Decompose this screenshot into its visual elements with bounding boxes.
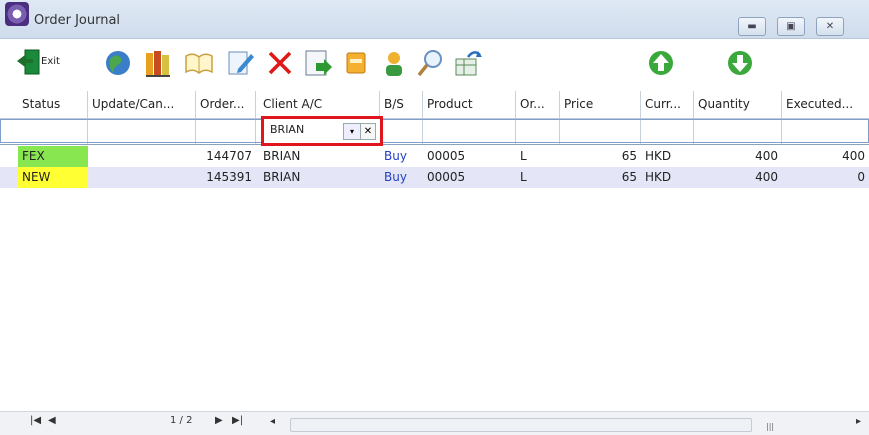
col-product[interactable]: Product	[423, 91, 516, 118]
filter-row	[0, 119, 869, 145]
filter-order-type[interactable]	[516, 119, 560, 144]
horizontal-scrollbar-thumb[interactable]: |||	[290, 418, 774, 432]
cell-status: FEX	[18, 146, 88, 167]
edit-icon	[228, 51, 254, 75]
cell-bs: Buy	[384, 170, 407, 184]
clear-filter-icon[interactable]: ✕	[360, 123, 376, 140]
cell-update-cancel	[88, 167, 196, 188]
maximize-button[interactable]: ▣	[777, 17, 805, 36]
calculator-button[interactable]	[340, 47, 372, 79]
open-book-icon	[185, 53, 213, 74]
cell-order-type: L	[520, 170, 527, 184]
filter-quantity[interactable]	[694, 119, 782, 144]
user-button[interactable]	[378, 47, 410, 79]
scroll-right-icon[interactable]: ▸	[856, 416, 861, 427]
scroll-left-icon[interactable]: ◂	[270, 416, 275, 427]
calculator-icon	[346, 52, 366, 74]
filter-product[interactable]	[423, 119, 516, 144]
filter-currency[interactable]	[641, 119, 694, 144]
cell-currency: HKD	[645, 170, 672, 184]
refresh-icon	[455, 51, 482, 76]
scroll-grip-icon: |||	[766, 422, 775, 431]
scroll-up-icon	[649, 51, 673, 75]
app-icon	[5, 2, 29, 26]
pager-text: 1 / 2	[170, 415, 193, 426]
window-title: Order Journal	[34, 13, 121, 28]
col-currency[interactable]: Curr...	[641, 91, 694, 118]
delete-button[interactable]	[264, 47, 296, 79]
title-bar: Order Journal ▬ ▣ ✕	[0, 0, 869, 39]
filter-price[interactable]	[560, 119, 641, 144]
cell-quantity: 400	[755, 149, 778, 163]
scroll-up-button[interactable]	[645, 47, 677, 79]
books-button[interactable]	[142, 47, 174, 79]
minimize-button[interactable]: ▬	[738, 17, 766, 36]
edit-button[interactable]	[224, 47, 256, 79]
col-update-cancel[interactable]: Update/Can...	[88, 91, 196, 118]
close-button[interactable]: ✕	[816, 17, 844, 36]
scroll-down-icon	[728, 51, 752, 75]
col-order-type[interactable]: Or...	[516, 91, 560, 118]
col-executed[interactable]: Executed...	[782, 91, 869, 118]
col-bs[interactable]: B/S	[380, 91, 423, 118]
maximize-icon: ▣	[786, 21, 796, 32]
table-row[interactable]: FEX 144707 BRIAN Buy 00005 L 65 HKD 400 400	[0, 146, 869, 167]
export-button[interactable]	[302, 47, 334, 79]
cell-order-type: L	[520, 149, 527, 163]
exit-label: Exit	[41, 56, 60, 67]
col-price[interactable]: Price	[560, 91, 641, 118]
client-filter-box[interactable]: BRIAN ▾ ✕	[261, 116, 383, 146]
pager-next-icon[interactable]: ▶	[215, 415, 223, 426]
chevron-down-icon[interactable]: ▾	[343, 123, 361, 140]
filter-order[interactable]	[196, 119, 256, 144]
grid-header: Status Update/Can... Order... Client A/C…	[0, 91, 869, 119]
scroll-down-button[interactable]	[724, 47, 756, 79]
grid-footer: |◀ ◀ 1 / 2 ▶ ▶| ◂ ||| ▸	[0, 411, 869, 435]
delete-icon	[268, 51, 292, 75]
cell-client: BRIAN	[263, 149, 301, 163]
search-icon	[417, 50, 442, 77]
close-icon: ✕	[825, 21, 835, 32]
refresh-button[interactable]	[452, 47, 484, 79]
globe-icon	[106, 51, 130, 75]
cell-update-cancel	[88, 146, 196, 167]
cell-executed: 0	[857, 170, 865, 184]
cell-price: 65	[621, 170, 637, 184]
cell-order: 144707	[206, 149, 252, 163]
filter-status[interactable]	[18, 119, 88, 144]
filter-bs[interactable]	[380, 119, 423, 144]
pager-prev-icon[interactable]: ◀	[48, 415, 56, 426]
col-status[interactable]: Status	[18, 91, 88, 118]
client-filter-value[interactable]: BRIAN	[270, 123, 304, 136]
cell-price: 65	[621, 149, 637, 163]
pager-first-icon[interactable]: |◀	[30, 415, 41, 426]
cell-currency: HKD	[645, 149, 672, 163]
globe-button[interactable]	[102, 47, 134, 79]
col-quantity[interactable]: Quantity	[694, 91, 782, 118]
open-book-button[interactable]	[183, 47, 215, 79]
filter-update-cancel[interactable]	[88, 119, 196, 144]
order-journal-window: Order Journal ▬ ▣ ✕ Exit Status Update/C…	[0, 0, 869, 435]
cell-product: 00005	[427, 170, 466, 184]
orders-grid: Status Update/Can... Order... Client A/C…	[0, 91, 869, 411]
filter-executed[interactable]	[782, 119, 869, 144]
minimize-icon: ▬	[747, 21, 757, 32]
export-icon	[305, 50, 332, 76]
cell-executed: 400	[842, 149, 865, 163]
cell-quantity: 400	[755, 170, 778, 184]
pager-last-icon[interactable]: ▶|	[232, 415, 243, 426]
books-icon	[146, 51, 170, 77]
cell-bs: Buy	[384, 149, 407, 163]
search-button[interactable]	[415, 47, 447, 79]
col-client-ac[interactable]: Client A/C	[256, 91, 380, 118]
user-icon	[386, 52, 402, 76]
col-order[interactable]: Order...	[196, 91, 256, 118]
table-row[interactable]: NEW 145391 BRIAN Buy 00005 L 65 HKD 400 0	[0, 167, 869, 188]
cell-client: BRIAN	[263, 170, 301, 184]
cell-status: NEW	[18, 167, 88, 188]
cell-product: 00005	[427, 149, 466, 163]
toolbar: Exit	[0, 39, 869, 89]
cell-order: 145391	[206, 170, 252, 184]
